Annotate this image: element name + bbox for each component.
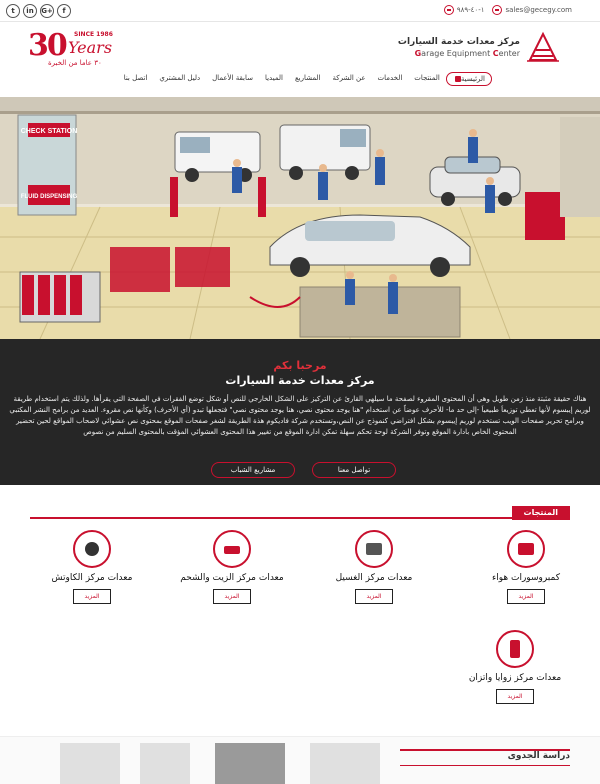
product-card[interactable]: معدات مركز الزيت والشحم المزيد bbox=[162, 530, 302, 604]
tire-changer-icon bbox=[73, 530, 111, 568]
hero-title: مركز معدات خدمة السيارات bbox=[225, 374, 375, 387]
product-card[interactable]: كمبروسورات هواء المزيد bbox=[456, 530, 596, 604]
nav-item-contact[interactable]: اتصل بنا bbox=[118, 72, 154, 86]
more-button[interactable]: المزيد bbox=[496, 689, 534, 704]
main-nav: الرئيسية المنتجات الخدمات عن الشركة المش… bbox=[0, 72, 600, 88]
product-name: كمبروسورات هواء bbox=[491, 573, 560, 583]
phone-text: ١-٤٠-٩٨٩ bbox=[456, 6, 485, 14]
feasibility-image[interactable] bbox=[60, 743, 120, 784]
company-name-end: enter bbox=[498, 48, 520, 58]
anniversary-number: 30 bbox=[28, 28, 68, 63]
more-button[interactable]: المزيد bbox=[213, 589, 251, 604]
company-logo-text: مركز معدات خدمة السيارات Garage Equipmen… bbox=[398, 37, 520, 58]
email-text[interactable]: sales@gecegy.com bbox=[505, 6, 572, 14]
product-name: معدات مركز الكاوتش bbox=[51, 573, 133, 583]
balancer-icon bbox=[496, 630, 534, 668]
product-card[interactable]: معدات مركز زوايا واتزان المزيد bbox=[445, 630, 585, 704]
product-card[interactable]: معدات مركز الكاوتش المزيد bbox=[22, 530, 162, 604]
product-name: معدات مركز الزيت والشحم bbox=[180, 573, 284, 583]
product-card[interactable]: معدات مركز الغسيل المزيد bbox=[304, 530, 444, 604]
feasibility-bottom-line bbox=[400, 765, 570, 766]
company-name-ar: مركز معدات خدمة السيارات bbox=[397, 36, 520, 47]
nav-item-buyer-guide[interactable]: دليل المشتري bbox=[153, 72, 206, 86]
products-section-title: المنتجات bbox=[511, 506, 570, 520]
nav-item-products[interactable]: المنتجات bbox=[408, 72, 446, 86]
nav-item-about[interactable]: عن الشركة bbox=[327, 72, 372, 86]
email-contact[interactable]: sales@gecegy.com bbox=[492, 5, 572, 15]
nav-item-services[interactable]: الخدمات bbox=[372, 72, 409, 86]
phone-icon bbox=[443, 5, 454, 15]
more-button[interactable]: المزيد bbox=[355, 589, 393, 604]
projects-button[interactable]: مشاريع الشباب bbox=[211, 462, 295, 478]
feasibility-image[interactable] bbox=[140, 743, 190, 784]
hero-description: هناك حقيقة مثبتة منذ زمن طويل وهي أن الم… bbox=[9, 395, 591, 436]
anniversary-since: SINCE 1986 bbox=[74, 31, 113, 38]
company-logo[interactable]: مركز معدات خدمة السيارات Garage Equipmen… bbox=[398, 30, 560, 64]
site-header: 30 SINCE 1986 Years ٣٠ عاما من الخبرة مر… bbox=[0, 22, 600, 72]
email-icon bbox=[492, 5, 503, 15]
section-divider bbox=[30, 517, 570, 519]
fluid-dispensing-sign: FLUID DISPENSING bbox=[21, 194, 78, 200]
company-name-mid: arage Equipment bbox=[421, 48, 493, 58]
facebook-icon[interactable]: f bbox=[57, 4, 71, 18]
nav-list: الرئيسية المنتجات الخدمات عن الشركة المش… bbox=[118, 72, 492, 86]
product-name: معدات مركز الغسيل bbox=[335, 573, 413, 583]
contact-button[interactable]: تواصل معنا bbox=[312, 462, 396, 478]
feasibility-title: دراسة الجدوى bbox=[507, 751, 570, 761]
nav-item-projects[interactable]: المشاريع bbox=[289, 72, 327, 86]
garage-illustration: CHECK STATION FLUID DISPENSING bbox=[0, 97, 600, 339]
nav-item-media[interactable]: الميديا bbox=[259, 72, 289, 86]
anniversary-logo: 30 SINCE 1986 Years ٣٠ عاما من الخبرة bbox=[28, 28, 138, 72]
more-button[interactable]: المزيد bbox=[507, 589, 545, 604]
washer-icon bbox=[355, 530, 393, 568]
product-name: معدات مركز زوايا واتزان bbox=[468, 673, 562, 683]
phone-contact: ١-٤٠-٩٨٩ bbox=[443, 5, 485, 15]
anniversary-arabic: ٣٠ عاما من الخبرة bbox=[48, 59, 102, 67]
twitter-icon[interactable]: t bbox=[6, 4, 20, 18]
contact-info: ١-٤٠-٩٨٩ sales@gecegy.com bbox=[443, 5, 572, 15]
nav-item-label: الرئيسية bbox=[460, 75, 485, 83]
check-station-sign: CHECK STATION bbox=[21, 128, 78, 135]
gec-emblem-icon bbox=[527, 31, 559, 62]
feasibility-image[interactable] bbox=[215, 743, 285, 784]
anniversary-years: Years bbox=[68, 38, 113, 57]
hero-banner: CHECK STATION FLUID DISPENSING مرحبا بكم… bbox=[0, 97, 600, 485]
lift-icon bbox=[213, 530, 251, 568]
air-compressor-icon bbox=[507, 530, 545, 568]
top-bar: t in G+ f ١-٤٠-٩٨٩ sales@gecegy.com bbox=[0, 0, 600, 22]
hero-welcome: مرحبا بكم bbox=[273, 359, 327, 372]
google-plus-icon[interactable]: G+ bbox=[40, 4, 54, 18]
more-button[interactable]: المزيد bbox=[73, 589, 111, 604]
feasibility-section: دراسة الجدوى bbox=[0, 736, 600, 784]
feasibility-image[interactable] bbox=[310, 743, 380, 784]
nav-item-portfolio[interactable]: سابقة الأعمال bbox=[206, 72, 259, 86]
products-section-header: المنتجات bbox=[0, 500, 600, 520]
nav-item-home[interactable]: الرئيسية bbox=[445, 72, 492, 86]
linkedin-icon[interactable]: in bbox=[23, 4, 37, 18]
company-name-en: Garage Equipment Center bbox=[398, 49, 520, 58]
social-links: t in G+ f bbox=[6, 4, 71, 18]
